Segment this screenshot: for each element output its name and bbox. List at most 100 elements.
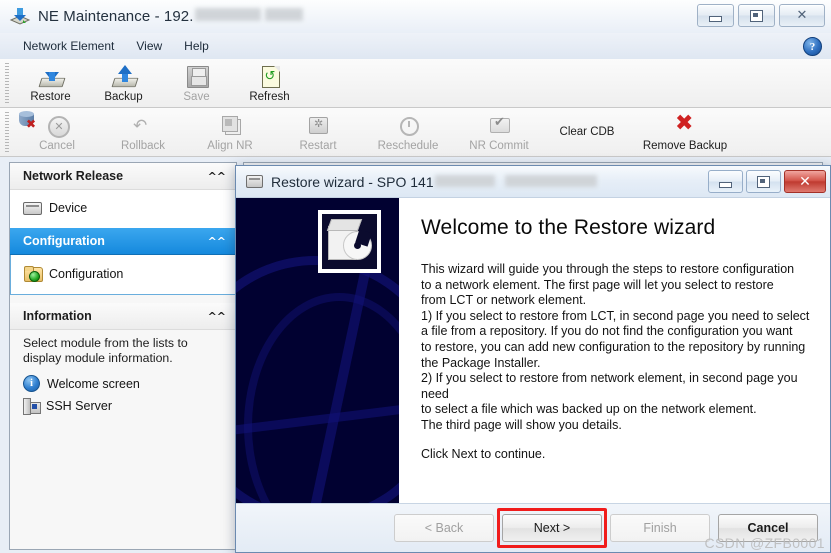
folder-config-icon (24, 266, 43, 282)
chevron-up-icon[interactable]: ^^ (208, 171, 226, 182)
sidebar-item-welcome-screen-label: Welcome screen (47, 376, 140, 391)
minimize-icon (709, 15, 722, 22)
wizard-content: Welcome to the Restore wizard This wizar… (399, 198, 830, 504)
maximize-icon (750, 9, 763, 22)
window-title-label: NE Maintenance - 192. (38, 8, 194, 25)
restore-app-icon (9, 6, 31, 28)
sidebar-item-welcome-screen[interactable]: i Welcome screen (10, 372, 236, 395)
sidebar-item-device[interactable]: Device (10, 198, 236, 218)
reschedule-icon (395, 113, 421, 138)
secondary-toolbar-items: ✕ Cancel ↶ Rollback Align NR ✲ Restart R… (14, 108, 821, 156)
dialog-title-label: Restore wizard - SPO 141 (271, 173, 434, 190)
toolbar-button-nr-commit-label: NR Commit (469, 139, 529, 152)
toolbar-button-rollback: ↶ Rollback (100, 108, 186, 156)
primary-toolbar: Restore Backup Save ↺ Refresh (0, 59, 831, 108)
sidebar-group-title-configuration: Configuration (23, 234, 105, 248)
toolbar-button-nr-commit: NR Commit (454, 108, 544, 156)
clear-cdb-icon: ✖ (19, 111, 36, 130)
redacted-dialog-block-2 (504, 174, 597, 187)
redacted-ip-block (194, 8, 261, 21)
wizard-next-button-wrapper: Next > (497, 508, 607, 548)
toolbar-button-restart: Restart (274, 108, 362, 156)
watermark: CSDN @ZFB0001 (704, 535, 825, 551)
window-minimize-button[interactable] (697, 4, 734, 27)
sidebar-item-configuration[interactable]: Configuration (11, 263, 235, 284)
dialog-minimize-button[interactable] (708, 170, 743, 193)
window-close-button[interactable]: ✕ (779, 4, 825, 27)
sidebar-item-ssh-server[interactable]: SSH Server (10, 395, 236, 416)
wizard-next-button[interactable]: Next > (502, 514, 602, 542)
wizard-finish-button: Finish (610, 514, 710, 542)
toolbar-drag-handle[interactable] (5, 63, 9, 103)
toolbar-drag-handle-secondary[interactable] (5, 112, 9, 152)
chevron-up-icon-configuration[interactable]: ^^ (208, 236, 226, 247)
save-icon (184, 64, 210, 89)
toolbar-button-clear-cdb-label: Clear CDB (559, 126, 615, 138)
toolbar-button-refresh-label: Refresh (249, 90, 290, 103)
dialog-body: Welcome to the Restore wizard This wizar… (236, 197, 830, 504)
sidebar-group-body-configuration: Configuration (10, 255, 236, 295)
information-description: Select module from the lists to display … (23, 336, 188, 365)
cancel-icon: ✕ (44, 113, 70, 138)
rollback-icon: ↶ (133, 115, 148, 136)
toolbar-button-reschedule: Reschedule (362, 108, 454, 156)
toolbar-button-rollback-label: Rollback (120, 139, 166, 152)
align-nr-icon (217, 113, 243, 138)
sidebar: Network Release ^^ Device Configuration … (9, 162, 237, 550)
wizard-description: This wizard will guide you through the s… (421, 262, 810, 432)
toolbar-button-align-nr: Align NR (186, 108, 274, 156)
toolbar-button-backup[interactable]: Backup (87, 59, 160, 107)
toolbar-button-refresh[interactable]: ↺ Refresh (233, 59, 306, 107)
dialog-title-bar: Restore wizard - SPO 141 ✕ (236, 166, 830, 198)
window-maximize-button[interactable] (738, 4, 775, 27)
sidebar-item-configuration-label: Configuration (49, 266, 124, 281)
sidebar-group-title-network-release: Network Release (23, 169, 124, 183)
nr-commit-icon (486, 113, 512, 138)
chevron-up-icon-information[interactable]: ^^ (208, 311, 226, 322)
sidebar-group-header-information[interactable]: Information ^^ (10, 303, 236, 330)
info-icon: i (23, 375, 40, 392)
sidebar-group-body-network-release: Device (10, 190, 236, 228)
toolbar-button-save: Save (160, 59, 233, 107)
dialog-maximize-icon (757, 175, 770, 188)
redacted-ip-block-2 (264, 8, 303, 21)
menu-bar: Network Element View Help ? (0, 33, 831, 60)
menu-item-network-element[interactable]: Network Element (14, 36, 123, 56)
window-controls: ✕ (697, 4, 825, 27)
menu-item-help[interactable]: Help (175, 36, 218, 56)
wizard-heading: Welcome to the Restore wizard (421, 216, 716, 239)
remove-backup-icon: ✖ (675, 110, 694, 136)
dialog-window-icon (246, 175, 263, 188)
sidebar-group-body-information: Select module from the lists to display … (10, 330, 236, 426)
toolbar-button-restore[interactable]: Restore (14, 59, 87, 107)
toolbar-button-remove-backup-label: Remove Backup (642, 139, 728, 152)
toolbar-button-backup-label: Backup (104, 90, 143, 103)
wizard-back-button: < Back (394, 514, 494, 542)
wizard-footer-text: Click Next to continue. (421, 446, 546, 461)
dialog-title: Restore wizard - SPO 141 (271, 174, 597, 190)
toolbar-button-align-nr-label: Align NR (207, 139, 253, 152)
close-icon: ✕ (796, 8, 808, 23)
window-title-bar: NE Maintenance - 192. ✕ (0, 0, 831, 34)
ssh-server-icon (23, 398, 41, 415)
toolbar-button-remove-backup[interactable]: ✖ Remove Backup (630, 108, 740, 156)
restart-icon (305, 113, 331, 138)
dialog-close-button[interactable]: ✕ (784, 170, 826, 193)
toolbar-button-clear-cdb[interactable]: ✖ Clear CDB (19, 108, 630, 156)
dialog-close-icon: ✕ (799, 173, 811, 190)
sidebar-group-header-configuration[interactable]: Configuration ^^ (10, 228, 236, 255)
sidebar-item-device-label: Device (49, 201, 88, 215)
menu-item-view[interactable]: View (127, 36, 171, 56)
dialog-maximize-button[interactable] (746, 170, 781, 193)
secondary-toolbar: ✕ Cancel ↶ Rollback Align NR ✲ Restart R… (0, 108, 831, 157)
sidebar-group-title-information: Information (23, 309, 92, 323)
refresh-icon: ↺ (257, 64, 283, 89)
primary-toolbar-items: Restore Backup Save ↺ Refresh (14, 59, 306, 107)
toolbar-button-reschedule-label: Reschedule (377, 139, 439, 152)
restore-icon (37, 64, 66, 89)
toolbar-button-restart-label: Restart (299, 139, 337, 152)
help-icon[interactable]: ? (803, 37, 822, 56)
redacted-dialog-block-1 (434, 174, 495, 187)
ne-maintenance-window: NE Maintenance - 192. ✕ Network Element … (0, 0, 831, 553)
sidebar-group-header-network-release[interactable]: Network Release ^^ (10, 163, 236, 190)
